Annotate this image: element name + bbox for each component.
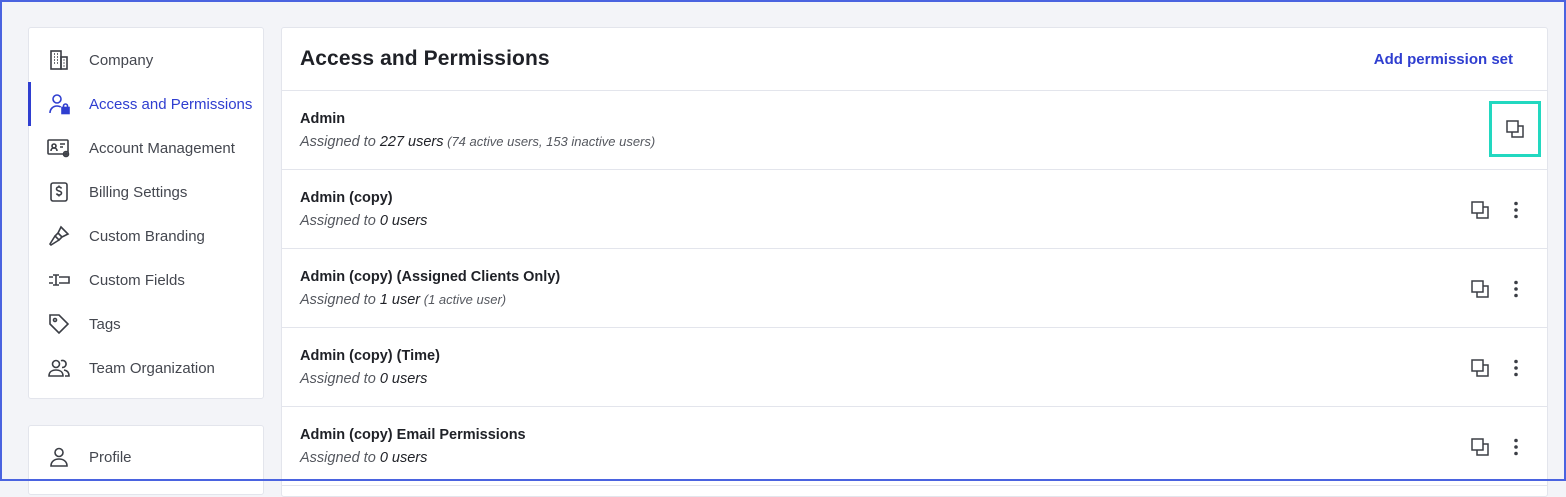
row-actions [1469,249,1527,328]
permission-set-row[interactable]: Admin (copy) (Assigned Clients Only) Ass… [282,249,1547,328]
profile-sidebar: Profile [28,425,264,495]
kebab-menu-icon [1514,201,1518,218]
assigned-prefix: Assigned to [300,134,380,150]
dollar-file-icon [45,178,73,206]
sidebar-item-custom-branding[interactable]: Custom Branding [29,214,263,258]
sidebar-item-label: Billing Settings [89,183,188,201]
duplicate-button[interactable] [1489,101,1541,157]
duplicate-icon [1506,120,1524,138]
assigned-users-text: Assigned to 1 user (1 active user) [300,291,1529,309]
assigned-users-text: Assigned to 0 users [300,449,1529,467]
duplicate-icon [1471,437,1489,456]
sidebar-item-label: Access and Permissions [89,95,253,113]
sidebar-item-access-permissions[interactable]: Access and Permissions [28,82,263,126]
user-count: 0 users [379,213,428,229]
assigned-users-text: Assigned to 227 users (74 active users, … [300,133,1529,151]
more-options-button[interactable] [1505,436,1527,458]
sidebar-item-label: Company [89,51,154,69]
user-count: 1 user [379,292,421,308]
sidebar-item-custom-fields[interactable]: Custom Fields [29,258,263,302]
sidebar-item-label: Custom Branding [89,227,205,245]
duplicate-button[interactable] [1469,357,1491,379]
sidebar-item-label: Account Management [89,139,235,157]
kebab-menu-icon [1514,359,1518,376]
permission-set-row[interactable]: Admin (copy) Assigned to 0 users [282,170,1547,249]
sidebar-item-company[interactable]: Company [29,38,263,82]
user-icon [45,443,73,471]
row-actions [1469,328,1527,407]
duplicate-button[interactable] [1469,278,1491,300]
duplicate-button[interactable] [1469,436,1491,458]
sidebar-item-team-organization[interactable]: Team Organization [29,346,263,390]
sidebar-item-label: Tags [89,315,121,333]
permission-set-row[interactable]: Admin (copy) (Time) Assigned to 0 users [282,328,1547,407]
permission-set-row[interactable]: Admin Assigned to 227 users (74 active u… [282,91,1547,170]
permission-set-name: Admin (copy) [300,190,393,206]
users-icon [45,354,73,382]
building-icon [45,46,73,74]
tag-icon [45,310,73,338]
id-card-gear-icon [45,134,73,162]
duplicate-icon [1471,279,1489,298]
user-count: 0 users [379,371,428,387]
assigned-users-text: Assigned to 0 users [300,212,1529,230]
permission-set-name: Admin (copy) (Time) [300,348,440,364]
more-options-button[interactable] [1505,278,1527,300]
user-count-detail: (74 active users, 153 inactive users) [443,134,656,149]
assigned-users-text: Assigned to 0 users [300,370,1529,388]
permission-set-name: Admin (copy) (Assigned Clients Only) [300,269,561,285]
assigned-prefix: Assigned to [300,450,380,466]
row-actions [1469,407,1527,486]
kebab-menu-icon [1514,438,1518,455]
text-field-icon [45,266,73,294]
duplicate-button[interactable] [1469,199,1491,221]
sidebar-item-label: Custom Fields [89,271,185,289]
duplicate-icon [1471,358,1489,377]
permission-set-row[interactable]: Admin (copy) Email Permissions Assigned … [282,407,1547,486]
settings-sidebar: Company Access and Permissions Account M… [28,27,264,399]
user-count-detail: (1 active user) [420,292,507,307]
user-count: 227 users [379,134,444,150]
add-permission-set-button[interactable]: Add permission set [1374,51,1513,68]
sidebar-item-label: Profile [89,448,132,466]
page-title: Access and Permissions [300,47,550,70]
sidebar-item-profile[interactable]: Profile [29,435,263,479]
sidebar-item-label: Team Organization [89,359,215,377]
sidebar-item-account-management[interactable]: Account Management [29,126,263,170]
sidebar-item-billing-settings[interactable]: Billing Settings [29,170,263,214]
sidebar-item-tags[interactable]: Tags [29,302,263,346]
panel-header: Access and Permissions Add permission se… [282,28,1547,91]
permissions-panel: Access and Permissions Add permission se… [281,27,1548,497]
more-options-button[interactable] [1505,357,1527,379]
assigned-prefix: Assigned to [300,213,380,229]
more-options-button[interactable] [1505,199,1527,221]
duplicate-icon [1471,200,1489,219]
row-actions [1469,170,1527,249]
assigned-prefix: Assigned to [300,371,380,387]
permission-set-name: Admin (copy) Email Permissions [300,427,526,443]
user-lock-icon [45,90,73,118]
assigned-prefix: Assigned to [300,292,380,308]
permission-set-name: Admin [300,111,346,127]
user-count: 0 users [379,450,428,466]
paintbrush-icon [45,222,73,250]
kebab-menu-icon [1514,280,1518,297]
